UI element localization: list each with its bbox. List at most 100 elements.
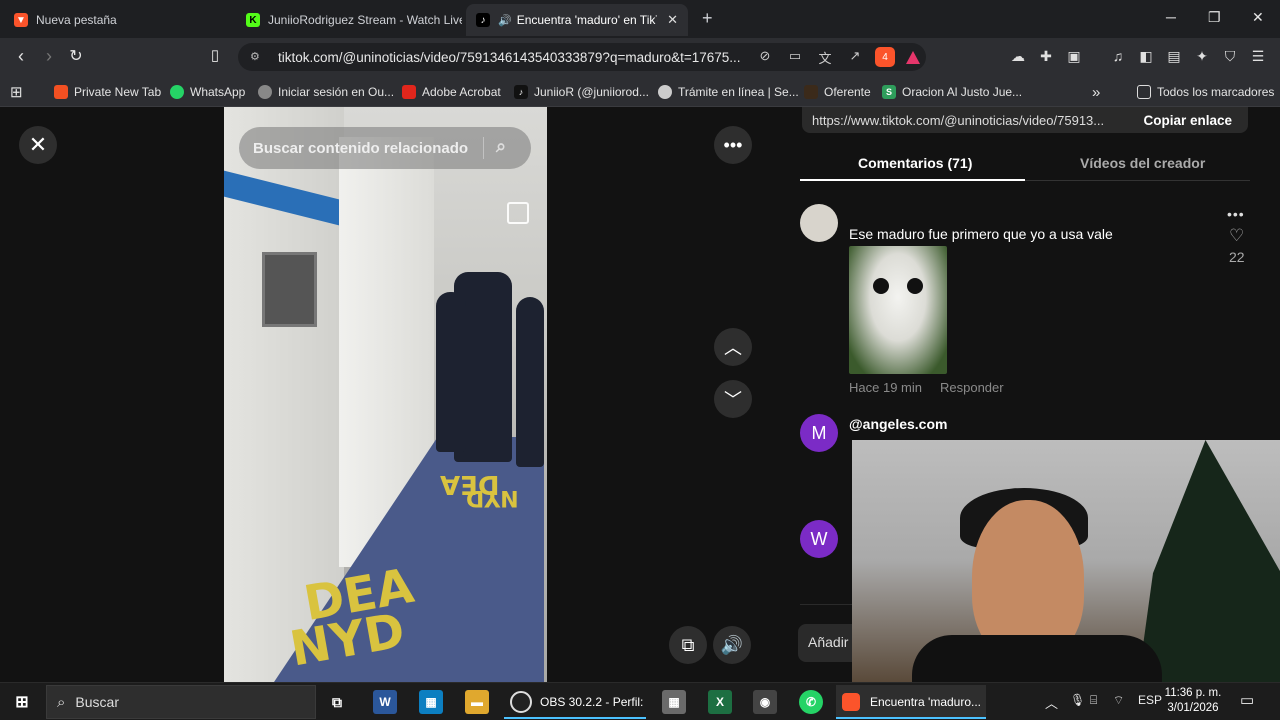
cast-icon[interactable]: ▭ <box>786 48 804 66</box>
taskbar-app-obs[interactable]: OBS 30.2.2 - Perfil: ... <box>504 685 646 719</box>
translate-icon[interactable]: 文 <box>816 48 834 66</box>
excel-icon[interactable]: X <box>708 690 732 714</box>
taskbar-clock[interactable]: 11:36 p. m. 3/01/2026 <box>1160 686 1226 716</box>
avatar[interactable]: M <box>800 414 838 452</box>
screenshot-icon[interactable]: ▣ <box>1064 48 1084 66</box>
word-icon[interactable]: W <box>373 690 397 714</box>
volume-button[interactable]: 🔊 <box>713 626 751 664</box>
avatar[interactable]: W <box>800 520 838 558</box>
camera-icon[interactable]: ◉ <box>753 690 777 714</box>
previous-video-button[interactable]: ︿ <box>714 328 752 366</box>
next-video-button[interactable]: ﹀ <box>714 380 752 418</box>
heart-icon[interactable]: ♡ <box>1229 226 1244 246</box>
floating-player-button[interactable]: ⧉ <box>669 626 707 664</box>
maximize-button[interactable]: ❐ <box>1208 9 1221 26</box>
bookmark-tramite[interactable]: Trámite en línea | Se... <box>658 82 799 102</box>
all-bookmarks-folder[interactable]: Todos los marcadores <box>1137 82 1274 102</box>
reload-icon[interactable]: ↻ <box>65 46 87 66</box>
url-text[interactable]: tiktok.com/@uninoticias/video/7591346143… <box>278 50 750 65</box>
copy-link-button[interactable]: Copiar enlace <box>1143 113 1232 128</box>
pip-icon: ⧉ <box>681 634 695 655</box>
bookmark-label: Adobe Acrobat <box>422 85 501 99</box>
menu-icon[interactable]: ☰ <box>1248 48 1268 66</box>
minimize-button[interactable]: ─ <box>1166 9 1176 25</box>
goat-eye <box>907 278 923 294</box>
new-tab-button[interactable]: + <box>702 8 713 29</box>
taskbar-app-brave[interactable]: Encuentra 'maduro... <box>836 685 986 719</box>
active-indicator <box>836 717 986 719</box>
extensions-icon[interactable]: ✚ <box>1036 48 1056 66</box>
shield-icon[interactable]: ⛉ <box>1220 48 1240 66</box>
brave-rewards-icon[interactable] <box>906 50 920 64</box>
tab-tiktok-maduro[interactable]: ♪ 🔊 Encuentra 'maduro' en TikTok ✕ <box>466 4 688 36</box>
brave-shields-icon[interactable]: 4 <box>875 47 895 67</box>
taskbar-search-label: Buscar <box>75 694 119 710</box>
media-icon[interactable]: ♫ <box>1108 48 1128 66</box>
back-icon[interactable]: ‹ <box>10 46 32 67</box>
bookmark-adobe-acrobat[interactable]: Adobe Acrobat <box>402 82 501 102</box>
more-bookmarks-icon[interactable]: » <box>1092 82 1100 102</box>
webcam-overlay <box>852 440 1280 682</box>
search-icon: ⌕ <box>57 693 66 711</box>
wallet-icon[interactable]: ▤ <box>1164 48 1184 66</box>
bookmark-tiktok-juniior[interactable]: ♪ JuniioR (@juniiorod... <box>514 82 649 102</box>
tab-kick-stream[interactable]: K JuniioRodriguez Stream - Watch Live <box>236 4 462 36</box>
leo-ai-icon[interactable]: ✦ <box>1192 48 1212 66</box>
tray-chevron-up-icon[interactable]: ︿ <box>1045 693 1058 712</box>
file-explorer-icon[interactable]: ▬ <box>465 690 489 714</box>
search-icon[interactable]: ⌕ <box>496 136 506 157</box>
tab-creator-videos[interactable]: Vídeos del creador <box>1080 155 1205 171</box>
ellipsis-icon: ••• <box>723 134 743 155</box>
bookmark-private-new-tab[interactable]: Private New Tab <box>54 82 161 102</box>
address-bar[interactable]: ⚙ tiktok.com/@uninoticias/video/75913461… <box>238 43 926 71</box>
related-search-input[interactable]: Buscar contenido relacionado ⌕ <box>239 127 531 169</box>
calculator-icon[interactable]: ▦ <box>662 690 686 714</box>
comment-text: Ese maduro fue primero que yo a usa vale <box>849 226 1113 242</box>
bookmark-icon[interactable]: ▯ <box>204 46 226 64</box>
person-figure <box>516 297 544 467</box>
obs-icon <box>510 691 532 713</box>
comment-options-icon[interactable]: ••• <box>1227 206 1245 222</box>
add-comment-placeholder: Añadir <box>808 634 849 650</box>
windows-start-icon[interactable]: ⊞ <box>10 690 34 714</box>
wifi-icon[interactable]: ⌔ <box>1113 693 1124 708</box>
bookmark-whatsapp[interactable]: WhatsApp <box>170 82 245 102</box>
taskbar-search[interactable]: ⌕ Buscar <box>46 685 316 719</box>
tab-label: Encuentra 'maduro' en TikTok <box>516 13 657 27</box>
comment-username[interactable]: @angeles.com <box>849 416 947 432</box>
close-viewer-button[interactable]: ✕ <box>19 126 57 164</box>
microphone-icon[interactable]: 🎙 <box>1070 693 1085 707</box>
language-indicator[interactable]: ESP <box>1138 693 1162 707</box>
vpn-icon[interactable]: ☁ <box>1008 48 1028 66</box>
forward-icon[interactable]: › <box>38 46 60 67</box>
whatsapp-icon[interactable]: ✆ <box>799 690 823 714</box>
bookmark-oferente[interactable]: Oferente <box>804 82 871 102</box>
close-icon: ✕ <box>28 132 48 157</box>
window-close-button[interactable]: ✕ <box>1252 9 1264 26</box>
network-icon[interactable]: ⌸ <box>1090 693 1097 708</box>
tab-comments[interactable]: Comentarios (71) <box>858 155 972 171</box>
tab-nueva-pestana[interactable]: ▼ Nueva pestaña <box>4 4 232 36</box>
store-icon[interactable]: ▦ <box>419 690 443 714</box>
browser-toolbar: ‹ › ↻ ▯ ⚙ tiktok.com/@uninoticias/video/… <box>0 38 1280 76</box>
screen: ▼ Nueva pestaña K JuniioRodriguez Stream… <box>0 0 1280 720</box>
shields-count: 4 <box>882 51 888 63</box>
bookmark-oracion[interactable]: S Oracion Al Justo Jue... <box>882 82 1022 102</box>
sidebar-icon[interactable]: ◧ <box>1136 48 1156 66</box>
site-info-icon[interactable]: ⚙ <box>250 50 264 64</box>
s-icon: S <box>882 85 896 99</box>
avatar[interactable] <box>800 204 838 242</box>
more-options-button[interactable]: ••• <box>714 126 752 164</box>
bookmark-outlook[interactable]: Iniciar sesión en Ou... <box>258 82 394 102</box>
like-count: 22 <box>1229 249 1245 265</box>
close-tab-icon[interactable]: ✕ <box>659 12 678 28</box>
univision-logo <box>507 202 529 224</box>
notifications-icon[interactable]: ▭ <box>1240 691 1254 709</box>
browser-tab-strip: ▼ Nueva pestaña K JuniioRodriguez Stream… <box>0 0 1280 38</box>
video-player[interactable]: DEA NYD DEA NYD <box>224 107 547 682</box>
reply-button[interactable]: Responder <box>940 380 1004 395</box>
apps-grid-icon[interactable]: ⊞ <box>10 82 23 102</box>
share-icon[interactable]: ↗ <box>846 48 864 66</box>
mute-icon[interactable]: ⊘ <box>756 48 774 66</box>
task-view-icon[interactable]: ⧉ <box>325 690 349 714</box>
